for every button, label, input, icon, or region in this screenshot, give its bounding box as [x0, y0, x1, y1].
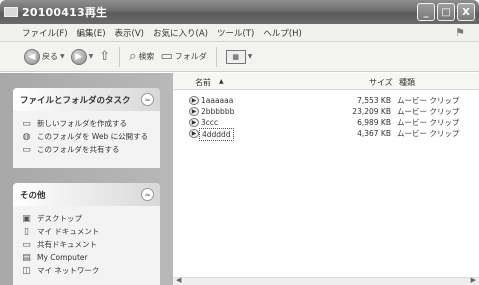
file-size: 23,209 KB [352, 107, 391, 116]
up-folder-button[interactable]: ⇧ [99, 49, 110, 64]
menu-edit[interactable]: 編集(E) [77, 27, 106, 39]
toolbar-divider [215, 46, 217, 67]
movie-file-icon: ▶ [189, 129, 199, 138]
file-type: ムービー クリップ [397, 118, 460, 127]
other-places-box: その他 ≈ ▣ デスクトップ ▯ マイ ドキュメント ▭ 共有ドキュメント ▤ … [13, 183, 160, 285]
network-icon: ◫ [22, 266, 31, 276]
place-label: デスクトップ [37, 214, 82, 223]
my-documents-icon: ▯ [24, 227, 29, 237]
task-share-folder[interactable]: ▭ このフォルダを共有する [21, 145, 154, 155]
file-folder-tasks-title: ファイルとフォルダのタスク [20, 95, 131, 106]
file-name: 1aaaaaa [201, 96, 234, 105]
other-places-title: その他 [20, 190, 46, 201]
desktop-icon: ▣ [22, 214, 31, 224]
menu-tools[interactable]: ツール(T) [217, 27, 254, 39]
my-computer-icon: ▤ [22, 253, 31, 263]
menu-file[interactable]: ファイル(F) [22, 27, 68, 39]
sort-ascending-icon: ▲ [219, 78, 224, 85]
task-publish-web[interactable]: ◍ このフォルダを Web に公開する [21, 132, 154, 142]
toolbar-divider [119, 46, 121, 67]
scroll-left-icon[interactable]: ◀ [176, 276, 181, 284]
globe-icon: ◍ [22, 132, 31, 142]
menu-bar: ファイル(F) 編集(E) 表示(V) お気に入り(A) ツール(T) ヘルプ(… [0, 24, 479, 42]
chevron-down-icon: ▼ [60, 53, 65, 60]
file-size: 7,553 KB [357, 96, 391, 105]
place-shared-documents[interactable]: ▭ 共有ドキュメント [21, 240, 154, 250]
back-button[interactable]: ◀ 戻る ▼ [24, 48, 65, 65]
folders-button[interactable]: ▭ フォルダ [160, 49, 206, 64]
search-button[interactable]: ⌕ 検索 [129, 49, 154, 64]
window-title: 20100413再生 [22, 6, 108, 19]
folder-icon [4, 7, 18, 17]
back-label: 戻る [42, 52, 58, 61]
file-name: 3ccc [201, 118, 219, 127]
file-name: 2bbbbbb [201, 107, 235, 116]
file-folder-tasks-box: ファイルとフォルダのタスク ≈ ▭ 新しいフォルダを作成する ◍ このフォルダを… [13, 88, 160, 168]
place-label: My Computer [37, 253, 88, 262]
menu-favorites[interactable]: お気に入り(A) [153, 27, 208, 39]
column-size[interactable]: サイズ [369, 77, 393, 88]
new-folder-icon: ▭ [22, 119, 31, 129]
file-row-selected[interactable]: ▶ 4ddddd 4,367 KB ムービー クリップ [173, 128, 479, 141]
search-icon: ⌕ [129, 49, 137, 64]
menu-help[interactable]: ヘルプ(H) [263, 27, 302, 39]
shared-documents-icon: ▭ [22, 240, 31, 250]
toolbar: ◀ 戻る ▼ ▶ ▼ ⇧ ⌕ 検索 ▭ フォルダ ▦ ▼ [0, 42, 479, 72]
place-network[interactable]: ◫ マイ ネットワーク [21, 266, 154, 276]
forward-arrow-icon: ▶ [70, 48, 87, 65]
back-arrow-icon: ◀ [24, 48, 40, 65]
file-type: ムービー クリップ [397, 129, 460, 138]
folders-label: フォルダ [174, 52, 207, 61]
folders-icon: ▭ [160, 49, 173, 64]
menu-view[interactable]: 表示(V) [115, 27, 144, 39]
file-size: 6,989 KB [357, 118, 391, 127]
views-icon: ▦ [225, 49, 246, 64]
collapse-icon[interactable]: ≈ [141, 93, 154, 106]
collapse-icon[interactable]: ≈ [141, 188, 154, 201]
place-my-computer[interactable]: ▤ My Computer [21, 253, 154, 263]
horizontal-scrollbar[interactable]: ◀ ▶ [173, 276, 479, 285]
title-bar[interactable]: 20100413再生 _ □ X [0, 0, 479, 24]
column-header: 名前 ▲ サイズ 種類 [173, 73, 479, 90]
other-places-header[interactable]: その他 ≈ [13, 183, 160, 206]
file-type: ムービー クリップ [397, 107, 460, 116]
place-my-documents[interactable]: ▯ マイ ドキュメント [21, 227, 154, 237]
file-type: ムービー クリップ [397, 96, 460, 105]
place-label: マイ ドキュメント [37, 227, 100, 236]
up-folder-icon: ⇧ [99, 49, 111, 64]
windows-logo-icon: ⚑ [455, 26, 465, 39]
file-folder-tasks-header[interactable]: ファイルとフォルダのタスク ≈ [13, 88, 160, 111]
task-label: 新しいフォルダを作成する [37, 119, 127, 128]
minimize-button[interactable]: _ [417, 3, 435, 21]
close-button[interactable]: X [457, 3, 475, 21]
chevron-down-icon: ▼ [247, 53, 253, 60]
views-button[interactable]: ▦ ▼ [225, 49, 253, 64]
file-row[interactable]: ▶ 1aaaaaa 7,553 KB ムービー クリップ [173, 95, 479, 106]
task-label: このフォルダを Web に公開する [37, 132, 149, 141]
file-list: 名前 ▲ サイズ 種類 ▶ 1aaaaaa 7,553 KB ムービー クリップ… [173, 73, 479, 285]
forward-button[interactable]: ▶ ▼ [70, 48, 94, 65]
maximize-button[interactable]: □ [437, 3, 455, 21]
column-type[interactable]: 種類 [399, 77, 415, 88]
file-row[interactable]: ▶ 2bbbbbb 23,209 KB ムービー クリップ [173, 106, 479, 117]
file-size: 4,367 KB [357, 129, 391, 138]
task-label: このフォルダを共有する [37, 145, 120, 154]
column-name[interactable]: 名前 [195, 77, 211, 88]
task-pane: ファイルとフォルダのタスク ≈ ▭ 新しいフォルダを作成する ◍ このフォルダを… [0, 73, 173, 285]
movie-file-icon: ▶ [189, 96, 199, 105]
place-label: マイ ネットワーク [37, 266, 100, 275]
share-icon: ▭ [22, 145, 31, 155]
task-new-folder[interactable]: ▭ 新しいフォルダを作成する [21, 119, 154, 129]
movie-file-icon: ▶ [189, 118, 199, 127]
file-name: 4ddddd [199, 128, 234, 141]
chevron-down-icon: ▼ [88, 53, 94, 60]
search-label: 検索 [138, 52, 155, 61]
place-label: 共有ドキュメント [37, 240, 97, 249]
movie-file-icon: ▶ [189, 107, 199, 116]
scroll-right-icon[interactable]: ▶ [471, 276, 476, 284]
place-desktop[interactable]: ▣ デスクトップ [21, 214, 154, 224]
file-row[interactable]: ▶ 3ccc 6,989 KB ムービー クリップ [173, 117, 479, 128]
